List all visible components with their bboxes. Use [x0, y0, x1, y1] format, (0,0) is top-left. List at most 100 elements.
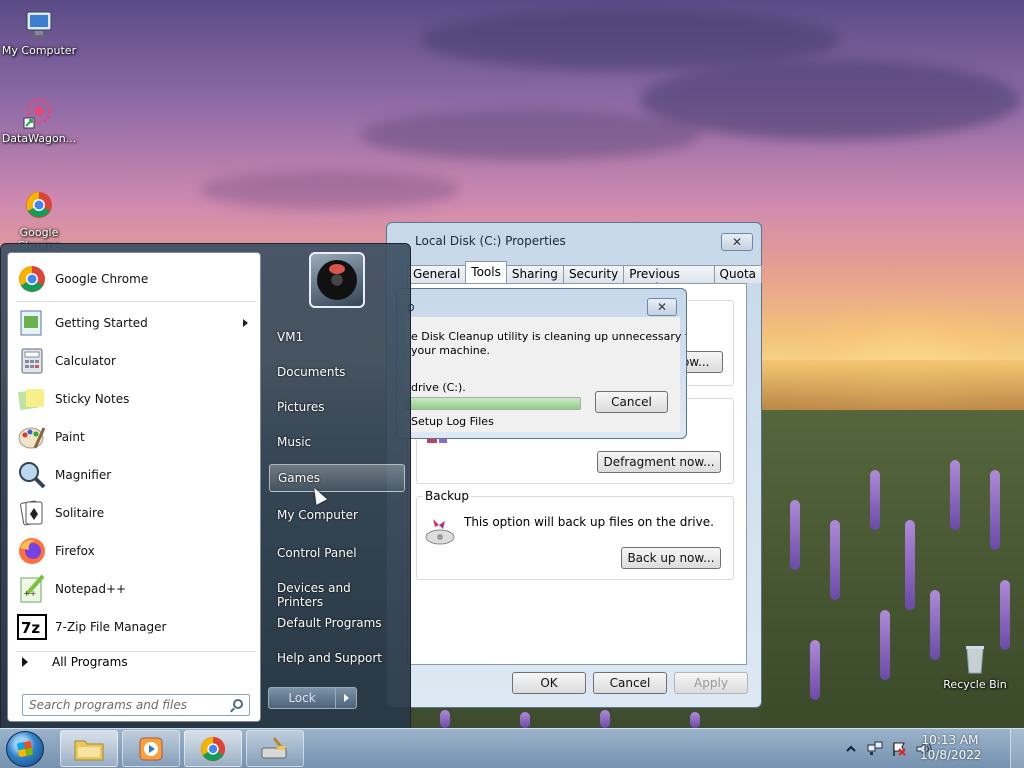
program-google-chrome[interactable]: Google Chrome — [12, 261, 258, 297]
play-arrow-icon — [22, 657, 28, 667]
program-getting-started[interactable]: Getting Started — [12, 305, 258, 341]
program-label: 7-Zip File Manager — [55, 620, 167, 634]
flower — [950, 460, 960, 530]
search-icon[interactable] — [233, 699, 243, 709]
desktop-icon-datawagon[interactable]: DataWagon... — [0, 96, 78, 145]
separator — [16, 651, 256, 652]
sm-right-my-computer[interactable]: My Computer — [269, 502, 405, 530]
close-button[interactable]: ✕ — [647, 298, 677, 316]
submenu-arrow-icon — [243, 319, 248, 327]
flower — [440, 710, 450, 728]
flower — [905, 520, 915, 610]
start-button[interactable] — [6, 731, 44, 767]
sticky-notes-icon — [16, 383, 48, 415]
chrome-icon — [16, 263, 48, 295]
sm-right-music[interactable]: Music — [269, 429, 405, 457]
program-sticky-notes[interactable]: Sticky Notes — [12, 381, 258, 417]
sm-right-pictures[interactable]: Pictures — [269, 394, 405, 422]
program-label: Getting Started — [55, 316, 148, 330]
program-7zip[interactable]: 7z 7-Zip File Manager — [12, 609, 258, 645]
flower — [880, 610, 890, 680]
back-up-now-button[interactable]: Back up now... — [621, 547, 721, 569]
cloud — [360, 110, 700, 160]
firefox-icon — [16, 535, 48, 567]
user-picture[interactable] — [309, 252, 365, 308]
disk-cleanup-dialog: p ✕ e Disk Cleanup utility is cleaning u… — [396, 288, 687, 439]
desktop-icon-my-computer[interactable]: My Computer — [0, 8, 78, 57]
taskbar-explorer[interactable] — [60, 730, 118, 767]
desktop-icon-label: DataWagon... — [1, 132, 77, 145]
program-calculator[interactable]: Calculator — [12, 343, 258, 379]
backup-group: Backup This option will back up files on… — [416, 489, 734, 580]
defragment-now-button[interactable]: Defragment now... — [597, 451, 721, 473]
close-button[interactable]: ✕ — [721, 233, 753, 251]
desktop-icon-label: My Computer — [1, 44, 77, 57]
folder-icon — [74, 740, 104, 760]
record-label-icon — [329, 264, 345, 274]
taskbar: 10:13 AM 10/8/2022 — [0, 728, 1024, 768]
current-item-label: Setup Log Files — [411, 415, 494, 428]
flower — [870, 470, 880, 530]
cancel-button[interactable]: Cancel — [593, 672, 667, 694]
program-label: Solitaire — [55, 506, 105, 520]
action-center-flag-icon[interactable] — [891, 741, 907, 757]
network-icon[interactable] — [867, 741, 883, 757]
start-menu: Google Chrome Getting Started Calculator… — [0, 243, 411, 729]
ok-button[interactable]: OK — [512, 672, 586, 694]
clock-time: 10:13 AM — [921, 733, 979, 747]
sm-right-help-support[interactable]: Help and Support — [269, 645, 405, 673]
tab-strip: General Tools Sharing Security Previous … — [407, 261, 762, 295]
separator — [16, 301, 256, 302]
tab-quota[interactable]: Quota — [713, 265, 762, 283]
all-programs-label: All Programs — [52, 655, 128, 669]
desktop-icon-recycle-bin[interactable]: Recycle Bin — [936, 642, 1014, 691]
desktop-icon-label: Recycle Bin — [943, 678, 1007, 691]
progress-fill — [406, 398, 580, 409]
sm-right-default-programs[interactable]: Default Programs — [269, 610, 405, 638]
shutdown-options-arrow-icon[interactable] — [335, 687, 357, 709]
sm-right-vm1[interactable]: VM1 — [269, 324, 405, 352]
sm-right-documents[interactable]: Documents — [269, 359, 405, 387]
paint-icon — [16, 421, 48, 453]
cleanup-cancel-button[interactable]: Cancel — [595, 391, 668, 413]
program-label: Magnifier — [55, 468, 112, 482]
program-paint[interactable]: Paint — [12, 419, 258, 455]
search-input[interactable]: Search programs and files — [22, 694, 250, 716]
apply-button[interactable]: Apply — [674, 672, 748, 694]
sm-right-control-panel[interactable]: Control Panel — [269, 540, 405, 568]
all-programs-button[interactable]: All Programs — [18, 655, 128, 669]
program-magnifier[interactable]: Magnifier — [12, 457, 258, 493]
backup-description: This option will back up files on the dr… — [464, 515, 714, 529]
program-label: Paint — [55, 430, 85, 444]
program-label: Firefox — [55, 544, 95, 558]
tab-sharing[interactable]: Sharing — [505, 265, 564, 283]
tab-general[interactable]: General — [407, 265, 467, 283]
show-desktop-button[interactable] — [1010, 729, 1024, 768]
tab-previous-versions[interactable]: Previous Versions — [623, 265, 715, 295]
taskbar-media-player[interactable] — [122, 730, 180, 767]
program-notepadpp[interactable]: ++ Notepad++ — [12, 571, 258, 607]
clock-date: 10/8/2022 — [920, 748, 982, 762]
flower — [830, 520, 840, 600]
taskbar-chrome[interactable] — [184, 730, 242, 767]
program-solitaire[interactable]: Solitaire — [12, 495, 258, 531]
drive-label: drive (C:). — [411, 381, 466, 394]
chrome-icon — [200, 736, 226, 761]
sm-right-devices-printers[interactable]: Devices and Printers — [269, 575, 405, 609]
flower — [810, 640, 820, 700]
program-label: Sticky Notes — [55, 392, 130, 406]
lock-button[interactable]: Lock — [268, 687, 336, 709]
tab-security[interactable]: Security — [562, 265, 625, 283]
show-hidden-icons-icon[interactable] — [845, 743, 857, 755]
tab-tools[interactable]: Tools — [465, 261, 507, 283]
magnifier-icon — [16, 459, 48, 491]
cloud — [200, 170, 460, 210]
disk-cleanup-icon — [261, 736, 287, 758]
clock[interactable]: 10:13 AM 10/8/2022 — [920, 733, 982, 763]
group-title: Backup — [423, 489, 471, 503]
taskbar-disk-cleanup[interactable] — [246, 730, 304, 767]
calculator-icon — [16, 345, 48, 377]
backup-icon — [425, 519, 455, 545]
program-firefox[interactable]: Firefox — [12, 533, 258, 569]
sm-right-games[interactable]: Games — [269, 464, 405, 492]
